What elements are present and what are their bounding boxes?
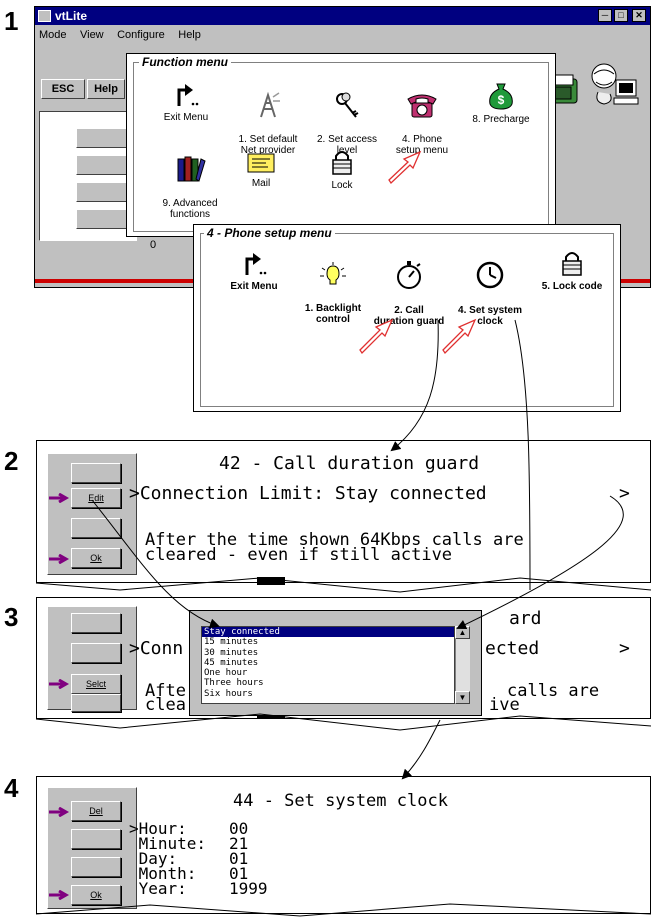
annotation-overlay bbox=[35, 150, 652, 917]
pointer-arrow-call-duration bbox=[359, 318, 394, 355]
pointer-arrow-set-clock bbox=[442, 318, 477, 355]
pointer-arrow-phone-setup bbox=[388, 150, 422, 185]
